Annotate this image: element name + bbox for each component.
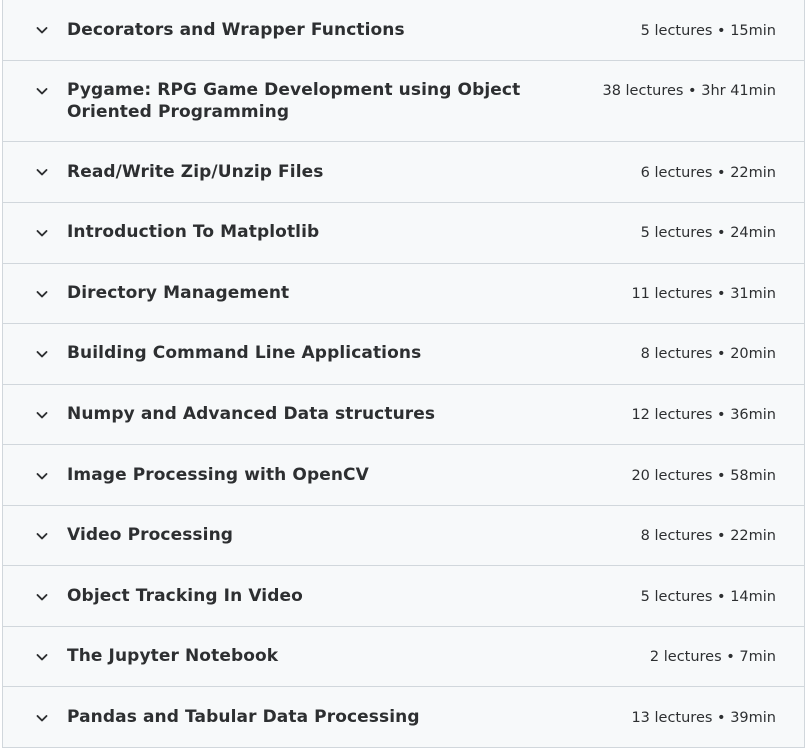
chevron-down-icon[interactable] xyxy=(34,468,50,484)
section-title: The Jupyter Notebook xyxy=(67,646,279,666)
section-row[interactable]: Read/Write Zip/Unzip Files 6 lectures • … xyxy=(3,142,804,203)
section-row[interactable]: The Jupyter Notebook 2 lectures • 7min xyxy=(3,627,804,687)
chevron-down-icon[interactable] xyxy=(34,164,50,180)
chevron-down-icon[interactable] xyxy=(34,710,50,726)
section-meta: 38 lectures • 3hr 41min xyxy=(602,83,776,99)
section-meta: 11 lectures • 31min xyxy=(631,286,776,302)
chevron-down-icon[interactable] xyxy=(34,286,50,302)
section-row[interactable]: Pandas and Tabular Data Processing 13 le… xyxy=(3,687,804,748)
section-row[interactable]: Introduction To Matplotlib 5 lectures • … xyxy=(3,203,804,264)
section-meta: 13 lectures • 39min xyxy=(631,710,776,726)
chevron-down-icon[interactable] xyxy=(34,346,50,362)
section-row[interactable]: Video Processing 8 lectures • 22min xyxy=(3,506,804,566)
chevron-down-icon[interactable] xyxy=(34,83,50,99)
section-title: Directory Management xyxy=(67,283,290,303)
section-title: Object Tracking In Video xyxy=(67,586,303,606)
section-title: Video Processing xyxy=(67,525,234,545)
section-row[interactable]: Pygame: RPG Game Development using Objec… xyxy=(3,61,804,142)
section-meta: 8 lectures • 20min xyxy=(640,346,776,362)
section-title: Read/Write Zip/Unzip Files xyxy=(67,162,324,182)
chevron-down-icon[interactable] xyxy=(34,589,50,605)
section-meta: 5 lectures • 14min xyxy=(640,589,776,605)
section-title: Pandas and Tabular Data Processing xyxy=(67,707,420,727)
section-title: Introduction To Matplotlib xyxy=(67,222,320,242)
section-row[interactable]: Numpy and Advanced Data structures 12 le… xyxy=(3,385,804,445)
section-title: Pygame: RPG Game Development using Objec… xyxy=(67,80,521,122)
section-title: Numpy and Advanced Data structures xyxy=(67,404,436,424)
section-row[interactable]: Decorators and Wrapper Functions 5 lectu… xyxy=(3,0,804,61)
section-meta: 20 lectures • 58min xyxy=(631,468,776,484)
section-row[interactable]: Object Tracking In Video 5 lectures • 14… xyxy=(3,566,804,627)
section-meta: 2 lectures • 7min xyxy=(649,649,776,665)
chevron-down-icon[interactable] xyxy=(34,528,50,544)
chevron-down-icon[interactable] xyxy=(34,225,50,241)
section-title: Building Command Line Applications xyxy=(67,343,422,363)
section-meta: 12 lectures • 36min xyxy=(631,407,776,423)
section-meta: 6 lectures • 22min xyxy=(640,165,776,181)
section-row[interactable]: Image Processing with OpenCV 20 lectures… xyxy=(3,445,804,506)
section-row[interactable]: Directory Management 11 lectures • 31min xyxy=(3,264,804,324)
section-meta: 5 lectures • 15min xyxy=(640,23,776,39)
section-row[interactable]: Building Command Line Applications 8 lec… xyxy=(3,324,804,385)
chevron-down-icon[interactable] xyxy=(34,22,50,38)
chevron-down-icon[interactable] xyxy=(34,649,50,665)
section-title: Decorators and Wrapper Functions xyxy=(67,20,405,40)
section-meta: 5 lectures • 24min xyxy=(640,225,776,241)
section-title: Image Processing with OpenCV xyxy=(67,465,369,485)
curriculum-section-list: Decorators and Wrapper Functions 5 lectu… xyxy=(2,0,805,748)
section-meta: 8 lectures • 22min xyxy=(640,528,776,544)
chevron-down-icon[interactable] xyxy=(34,407,50,423)
